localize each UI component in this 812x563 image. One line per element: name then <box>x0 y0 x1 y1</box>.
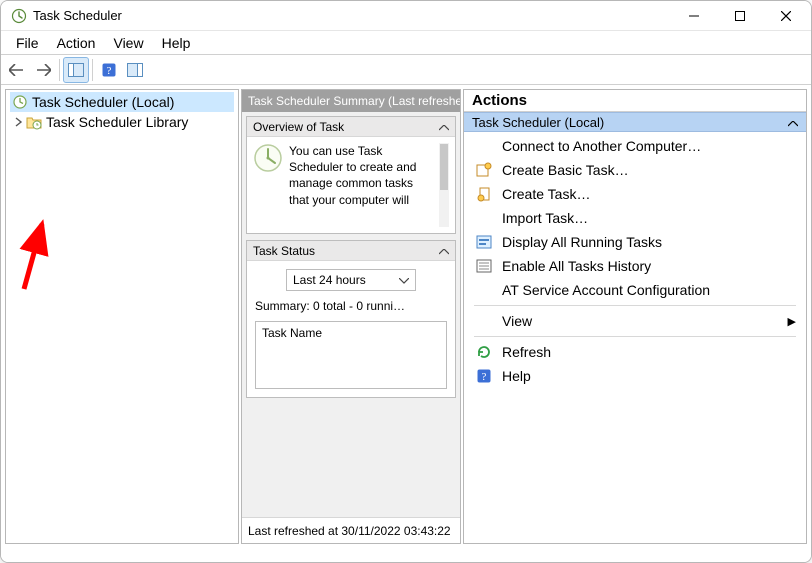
menu-action[interactable]: Action <box>48 33 105 53</box>
action-refresh[interactable]: Refresh <box>464 340 806 364</box>
blank-icon <box>476 313 492 329</box>
task-status-header[interactable]: Task Status <box>247 241 455 261</box>
action-display-running[interactable]: Display All Running Tasks <box>464 230 806 254</box>
summary-body: Overview of Task You can use Task Schedu… <box>242 112 460 517</box>
maximize-button[interactable] <box>717 1 763 31</box>
action-import-task[interactable]: Import Task… <box>464 206 806 230</box>
svg-text:?: ? <box>107 65 112 77</box>
title-bar: Task Scheduler <box>1 1 811 31</box>
menu-bar: File Action View Help <box>1 31 811 55</box>
collapse-icon[interactable] <box>439 120 449 134</box>
back-button[interactable] <box>4 57 30 83</box>
overview-header[interactable]: Overview of Task <box>247 117 455 137</box>
tree-root-label: Task Scheduler (Local) <box>32 94 174 110</box>
actions-separator <box>474 305 796 306</box>
app-icon <box>11 8 27 24</box>
summary-pane: Task Scheduler Summary (Last refreshed… … <box>241 89 461 544</box>
collapse-icon[interactable] <box>439 244 449 258</box>
period-value: Last 24 hours <box>293 273 366 287</box>
help-icon: ? <box>476 368 492 384</box>
overview-panel: Overview of Task You can use Task Schedu… <box>246 116 456 234</box>
task-scheduler-window: Task Scheduler File Action View Help <box>0 0 812 563</box>
show-actions-button[interactable] <box>122 57 148 83</box>
status-summary: Summary: 0 total - 0 runni… <box>255 299 447 313</box>
period-combo[interactable]: Last 24 hours <box>286 269 416 291</box>
svg-text:?: ? <box>482 371 487 383</box>
actions-separator <box>474 336 796 337</box>
tree-library[interactable]: Task Scheduler Library <box>10 112 234 132</box>
action-help[interactable]: ? Help <box>464 364 806 388</box>
minimize-button[interactable] <box>671 1 717 31</box>
blank-icon <box>476 210 492 226</box>
create-task-icon <box>476 186 492 202</box>
navigation-tree-pane: Task Scheduler (Local) Task Scheduler Li… <box>5 89 239 544</box>
actions-group-header[interactable]: Task Scheduler (Local) <box>464 112 806 132</box>
action-view[interactable]: View ▶ <box>464 309 806 333</box>
menu-view[interactable]: View <box>104 33 152 53</box>
scrollbar[interactable] <box>439 143 449 227</box>
tree-library-label: Task Scheduler Library <box>46 114 188 130</box>
navigation-tree[interactable]: Task Scheduler (Local) Task Scheduler Li… <box>6 90 238 134</box>
overview-text: You can use Task Scheduler to create and… <box>289 143 433 208</box>
running-tasks-icon <box>476 234 492 250</box>
submenu-arrow-icon: ▶ <box>788 315 796 328</box>
actions-group-label: Task Scheduler (Local) <box>472 115 604 130</box>
expand-icon[interactable] <box>12 117 26 127</box>
help-button[interactable]: ? <box>96 57 122 83</box>
tree-root[interactable]: Task Scheduler (Local) <box>10 92 234 112</box>
toolbar-separator <box>92 59 93 81</box>
task-name-list[interactable]: Task Name <box>255 321 447 389</box>
menu-help[interactable]: Help <box>153 33 200 53</box>
forward-button[interactable] <box>30 57 56 83</box>
history-icon <box>476 258 492 274</box>
actions-pane: Actions Task Scheduler (Local) Connect t… <box>463 89 807 544</box>
client-area: Task Scheduler (Local) Task Scheduler Li… <box>1 85 811 546</box>
refresh-icon <box>476 344 492 360</box>
overview-title: Overview of Task <box>253 120 344 134</box>
action-create-basic-task[interactable]: Create Basic Task… <box>464 158 806 182</box>
blank-icon <box>476 282 492 298</box>
toolbar-separator <box>59 59 60 81</box>
clock-icon <box>253 143 283 176</box>
summary-header: Task Scheduler Summary (Last refreshed… <box>242 90 460 112</box>
toolbar: ? <box>1 55 811 85</box>
collapse-icon[interactable] <box>788 115 798 130</box>
show-hide-tree-button[interactable] <box>63 57 89 83</box>
actions-list: Connect to Another Computer… Create Basi… <box>464 132 806 390</box>
action-enable-history[interactable]: Enable All Tasks History <box>464 254 806 278</box>
clock-icon <box>12 94 28 110</box>
task-status-title: Task Status <box>253 244 315 258</box>
folder-clock-icon <box>26 114 42 130</box>
chevron-down-icon <box>399 273 409 287</box>
action-connect[interactable]: Connect to Another Computer… <box>464 134 806 158</box>
task-name-header: Task Name <box>262 326 322 340</box>
action-at-service[interactable]: AT Service Account Configuration <box>464 278 806 302</box>
basic-task-icon <box>476 162 492 178</box>
action-create-task[interactable]: Create Task… <box>464 182 806 206</box>
menu-file[interactable]: File <box>7 33 48 53</box>
last-refreshed: Last refreshed at 30/11/2022 03:43:22 <box>242 517 460 543</box>
window-title: Task Scheduler <box>33 8 122 23</box>
close-button[interactable] <box>763 1 809 31</box>
task-status-panel: Task Status Last 24 hours Summary: 0 t <box>246 240 456 398</box>
actions-header: Actions <box>464 90 806 112</box>
blank-icon <box>476 138 492 154</box>
status-bar <box>1 546 811 562</box>
